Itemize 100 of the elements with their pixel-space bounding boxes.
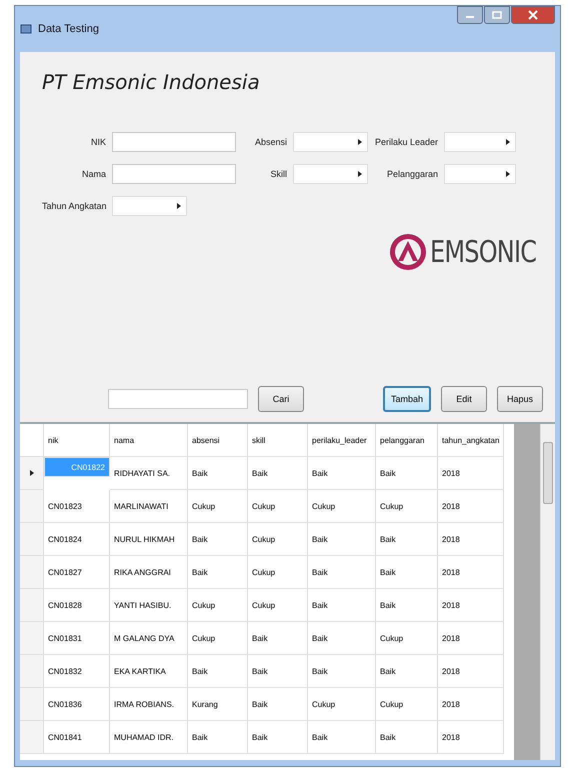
row-header[interactable] xyxy=(20,688,44,721)
search-field[interactable] xyxy=(108,389,248,409)
window-title: Data Testing xyxy=(38,23,99,35)
table-cell: RIDHAYATI SA. xyxy=(110,457,188,490)
table-cell: 2018 xyxy=(438,721,504,754)
caret-icon xyxy=(505,138,511,146)
table-cell: Cukup xyxy=(188,589,248,622)
table-cell: CN01822 xyxy=(44,457,110,477)
table-cell: Cukup xyxy=(308,688,376,721)
table-cell: Cukup xyxy=(376,622,438,655)
field-label: NIK xyxy=(90,137,106,147)
table-cell: Kurang xyxy=(188,688,248,721)
dropdown-field[interactable] xyxy=(293,164,368,184)
row-header[interactable] xyxy=(20,622,44,655)
action-button[interactable]: Edit xyxy=(441,386,487,412)
table-cell: 2018 xyxy=(438,688,504,721)
action-button[interactable]: Tambah xyxy=(382,386,431,412)
table-cell: 2018 xyxy=(438,457,504,490)
table-cell: Cukup xyxy=(376,688,438,721)
table-cell: Baik xyxy=(308,721,376,754)
column-header[interactable]: pelanggaran xyxy=(376,424,438,457)
table-cell: MARLINAWATI xyxy=(110,490,188,523)
table-cell: CN01831 xyxy=(44,622,110,655)
column-header[interactable]: tahun_angkatan xyxy=(438,424,504,457)
row-header[interactable] xyxy=(20,655,44,688)
close-icon xyxy=(528,10,538,20)
table-cell: Baik xyxy=(248,457,308,490)
table-cell: Baik xyxy=(188,655,248,688)
table-cell: 2018 xyxy=(438,490,504,523)
table-cell: Cukup xyxy=(248,490,308,523)
input-field[interactable] xyxy=(112,132,236,152)
table-cell: Baik xyxy=(376,721,438,754)
table-cell: 2018 xyxy=(438,523,504,556)
maximize-button[interactable] xyxy=(484,6,510,24)
table-cell: MUHAMAD IDR. xyxy=(110,721,188,754)
dropdown-field[interactable] xyxy=(444,164,516,184)
table-cell: CN01836 xyxy=(44,688,110,721)
caret-icon xyxy=(357,170,363,178)
table-cell: IRMA ROBIANS. xyxy=(110,688,188,721)
table-cell: Baik xyxy=(376,457,438,490)
table-cell: Baik xyxy=(188,457,248,490)
table-cell: 2018 xyxy=(438,622,504,655)
table-cell: YANTI HASIBU. xyxy=(110,589,188,622)
minimize-button[interactable] xyxy=(457,6,483,24)
table-cell: CN01832 xyxy=(44,655,110,688)
table-cell: EKA KARTIKA xyxy=(110,655,188,688)
action-button[interactable]: Hapus xyxy=(497,386,543,412)
company-title: PT Emsonic Indonesia xyxy=(42,70,261,94)
caret-icon xyxy=(176,202,182,210)
logo-text: EMSONIC xyxy=(430,234,536,270)
row-header[interactable] xyxy=(20,589,44,622)
field-label: Absensi xyxy=(254,137,287,147)
table-cell: CN01827 xyxy=(44,556,110,589)
table-cell: Cukup xyxy=(248,589,308,622)
table-cell: Cukup xyxy=(248,523,308,556)
row-header[interactable] xyxy=(20,523,44,556)
input-field[interactable] xyxy=(112,164,236,184)
dropdown-field[interactable] xyxy=(293,132,368,152)
table-cell: CN01823 xyxy=(44,490,110,523)
table-cell: 2018 xyxy=(438,589,504,622)
close-button[interactable] xyxy=(511,6,555,24)
dropdown-field[interactable] xyxy=(444,132,516,152)
logo-icon xyxy=(388,232,428,272)
table-cell: Baik xyxy=(376,556,438,589)
table-cell: M GALANG DYA xyxy=(110,622,188,655)
caret-icon xyxy=(505,170,511,178)
field-label: Skill xyxy=(269,169,287,179)
row-header[interactable] xyxy=(20,490,44,523)
vertical-scrollbar[interactable] xyxy=(540,424,555,760)
column-header[interactable]: nama xyxy=(110,424,188,457)
table-cell: Baik xyxy=(248,622,308,655)
column-header[interactable]: perilaku_leader xyxy=(308,424,376,457)
maximize-icon xyxy=(492,11,502,19)
table-cell: 2018 xyxy=(438,556,504,589)
table-cell: Baik xyxy=(376,523,438,556)
row-header[interactable] xyxy=(20,721,44,754)
field-label: Pelanggaran xyxy=(386,169,438,179)
table-cell: Cukup xyxy=(188,622,248,655)
search-button[interactable]: Cari xyxy=(258,386,304,412)
table-cell: Cukup xyxy=(308,490,376,523)
table-cell: Baik xyxy=(308,457,376,490)
table-cell: Baik xyxy=(188,721,248,754)
table-cell: Baik xyxy=(308,622,376,655)
table-cell: Baik xyxy=(376,655,438,688)
table-cell: Baik xyxy=(188,556,248,589)
table-cell: Baik xyxy=(308,523,376,556)
dropdown-field[interactable] xyxy=(112,196,187,216)
table-cell: Baik xyxy=(248,655,308,688)
row-header[interactable] xyxy=(20,556,44,589)
column-header[interactable]: nik xyxy=(44,424,110,457)
table-cell: CN01824 xyxy=(44,523,110,556)
caret-icon xyxy=(357,138,363,146)
table-cell: NURUL HIKMAH xyxy=(110,523,188,556)
row-header[interactable] xyxy=(20,457,44,490)
column-header[interactable]: skill xyxy=(248,424,308,457)
table-cell: Baik xyxy=(248,721,308,754)
table-cell: Baik xyxy=(308,556,376,589)
column-header[interactable]: absensi xyxy=(188,424,248,457)
field-label: Nama xyxy=(80,169,106,179)
table-cell: CN01841 xyxy=(44,721,110,754)
